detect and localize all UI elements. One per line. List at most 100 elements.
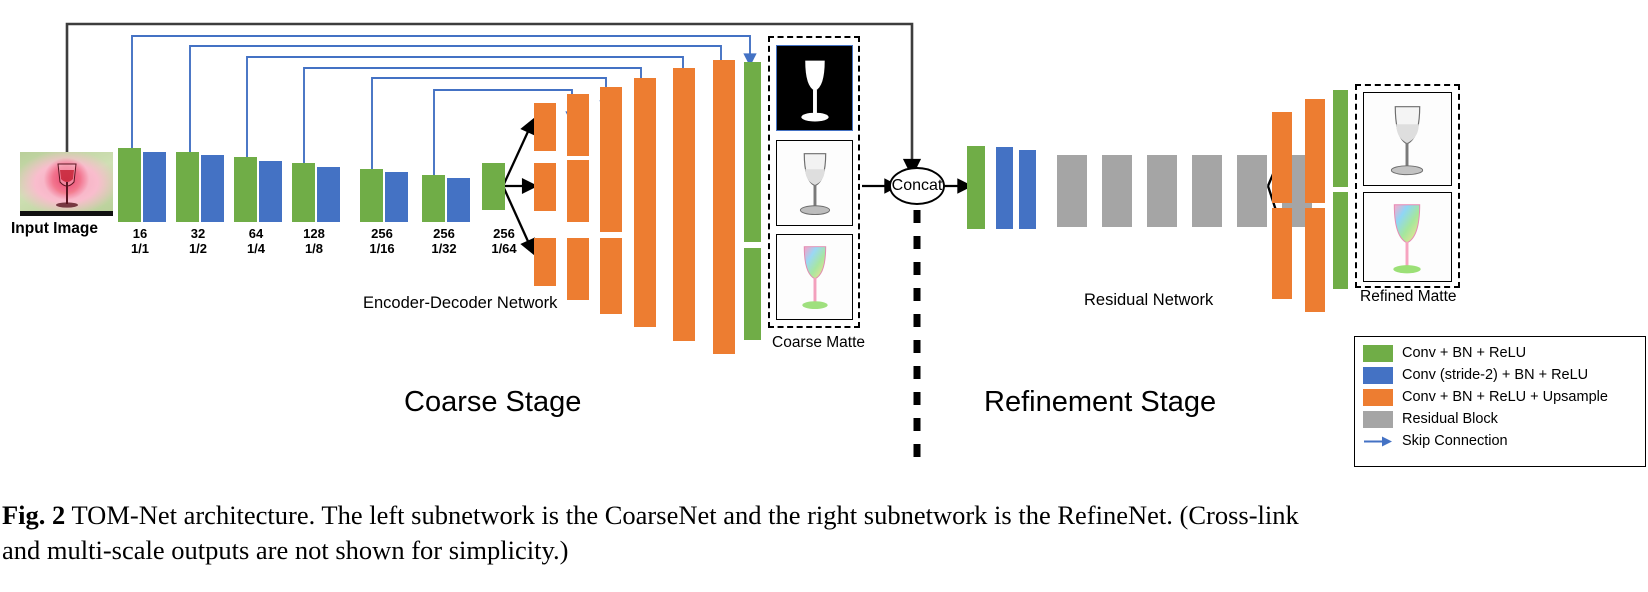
decoder-upsample-b2-1	[534, 163, 556, 211]
mask-glass-icon	[801, 60, 829, 122]
encoder-conv-6	[422, 175, 445, 222]
decoder-upsample-b1-1	[534, 103, 556, 151]
legend-item-residual: Residual Block	[1355, 408, 1645, 430]
legend-label-conv-upsample: Conv + BN + ReLU + Upsample	[1402, 389, 1608, 405]
refined-matte-flow-image	[1363, 192, 1452, 282]
figure-root: Input Image 16 1/1 32 1/2 64 1/4 128 1/8	[0, 0, 1648, 592]
coarse-output-conv-2	[744, 150, 761, 242]
encoder-conv-stride2-4	[317, 167, 340, 222]
decoder-upsample-b2-4	[634, 150, 656, 239]
encoder-conv-4	[292, 163, 315, 222]
caption-figure-number: Fig. 2	[2, 500, 66, 530]
legend-box: Conv + BN + ReLU Conv (stride-2) + BN + …	[1354, 336, 1646, 467]
encoder-scale-6: 1/32	[431, 241, 457, 257]
encoder-channels-5: 256	[371, 226, 393, 241]
coarse-output-conv-3	[744, 248, 761, 340]
encoder-scale-5: 1/16	[369, 241, 395, 257]
refinement-stage-label: Refinement Stage	[984, 386, 1217, 418]
glass-overlay-icon	[56, 163, 78, 208]
caption-line-2: and multi-scale outputs are not shown fo…	[2, 535, 569, 566]
legend-item-conv-stride2: Conv (stride-2) + BN + ReLU	[1355, 364, 1645, 386]
decoder-upsample-b1-2	[567, 94, 589, 156]
refined-flow-glass-icon	[1393, 204, 1421, 274]
encoder-channels-1: 16	[132, 226, 148, 241]
refine-upsample-b1-2	[1305, 99, 1325, 203]
refine-conv-stride2-2	[1019, 150, 1036, 229]
input-image-label: Input Image	[11, 220, 98, 237]
encoder-channels-6: 256	[433, 226, 455, 241]
encoder-stage-label-4: 128 1/8	[282, 226, 346, 257]
encoder-stage-label-3: 64 1/4	[224, 226, 288, 257]
blue-arrow-glyph	[1364, 436, 1392, 446]
attenuation-glass-icon	[799, 153, 831, 216]
encoder-scale-7: 1/64	[491, 241, 517, 257]
legend-label-skip: Skip Connection	[1402, 433, 1508, 449]
residual-block-1	[1057, 155, 1087, 227]
legend-item-conv: Conv + BN + ReLU	[1355, 342, 1645, 364]
coarse-output-conv-1	[744, 62, 761, 154]
refine-output-conv-1	[1333, 90, 1348, 187]
encoder-conv-3	[234, 157, 257, 222]
gray-square-icon	[1363, 410, 1393, 428]
residual-block-2	[1102, 155, 1132, 227]
legend-item-conv-upsample: Conv + BN + ReLU + Upsample	[1355, 386, 1645, 408]
refine-output-conv-2	[1333, 192, 1348, 289]
encoder-stage-label-1: 16 1/1	[108, 226, 172, 257]
caption-line-1: TOM-Net architecture. The left subnetwor…	[71, 500, 1299, 530]
blue-square-icon	[1363, 366, 1393, 384]
refined-attenuation-glass-icon	[1390, 106, 1424, 176]
decoder-upsample-b3-5	[673, 238, 695, 341]
architecture-diagram: Input Image 16 1/1 32 1/2 64 1/4 128 1/8	[0, 0, 1648, 484]
encoder-conv-stride2-3	[259, 161, 282, 222]
decoder-upsample-b2-2	[567, 160, 589, 222]
decoder-upsample-b3-6	[713, 238, 735, 354]
blue-arrow-icon	[1363, 433, 1393, 450]
decoder-upsample-b3-3	[600, 238, 622, 314]
decoder-upsample-b3-1	[534, 238, 556, 286]
encoder-channels-7: 256	[493, 226, 515, 241]
residual-block-4	[1192, 155, 1222, 227]
figure-caption: Fig. 2 TOM-Net architecture. The left su…	[0, 490, 1648, 592]
encoder-stage-label-5: 256 1/16	[350, 226, 414, 257]
refined-matte-label: Refined Matte	[1360, 288, 1457, 305]
encoder-conv-stride2-5	[385, 172, 408, 222]
encoder-decoder-network-label: Encoder-Decoder Network	[363, 294, 558, 312]
encoder-scale-4: 1/8	[304, 241, 324, 257]
encoder-channels-3: 64	[248, 226, 264, 241]
legend-label-residual: Residual Block	[1402, 411, 1498, 427]
legend-label-conv-stride2: Conv (stride-2) + BN + ReLU	[1402, 367, 1589, 383]
encoder-conv-1	[118, 148, 141, 222]
encoder-scale-3: 1/4	[246, 241, 266, 257]
encoder-stage-label-6: 256 1/32	[412, 226, 476, 257]
refined-matte-attenuation-image	[1363, 92, 1452, 186]
orange-square-icon	[1363, 388, 1393, 406]
flow-glass-icon	[802, 246, 828, 310]
encoder-channels-4: 128	[303, 226, 325, 241]
coarse-matte-label: Coarse Matte	[772, 334, 866, 351]
decoder-upsample-b3-4	[634, 238, 656, 327]
residual-network-label: Residual Network	[1084, 291, 1214, 309]
encoder-stage-label-2: 32 1/2	[166, 226, 230, 257]
encoder-conv-5	[360, 169, 383, 222]
green-square-icon	[1363, 344, 1393, 362]
refine-conv-stride2-1	[996, 147, 1013, 229]
decoder-upsample-b3-2	[567, 238, 589, 300]
coarse-matte-mask-image	[776, 45, 853, 131]
refine-upsample-b2-1	[1272, 208, 1292, 299]
decoder-upsample-b1-3	[600, 87, 622, 163]
refine-upsample-b2-2	[1305, 208, 1325, 312]
decoder-upsample-b2-6	[713, 138, 735, 254]
decoder-upsample-b2-5	[673, 144, 695, 247]
skip-connections	[131, 35, 757, 183]
encoder-scale-2: 1/2	[188, 241, 208, 257]
refine-upsample-b1-1	[1272, 112, 1292, 203]
encoder-conv-stride2-2	[201, 155, 224, 222]
residual-block-5	[1237, 155, 1267, 227]
decoder-upsample-b2-3	[600, 156, 622, 232]
coarse-matte-flow-image	[776, 234, 853, 320]
concat-label: Concat	[891, 177, 943, 194]
refine-conv-1	[967, 146, 985, 229]
coarse-stage-label: Coarse Stage	[404, 386, 582, 418]
encoder-channels-2: 32	[190, 226, 206, 241]
encoder-scale-1: 1/1	[130, 241, 150, 257]
